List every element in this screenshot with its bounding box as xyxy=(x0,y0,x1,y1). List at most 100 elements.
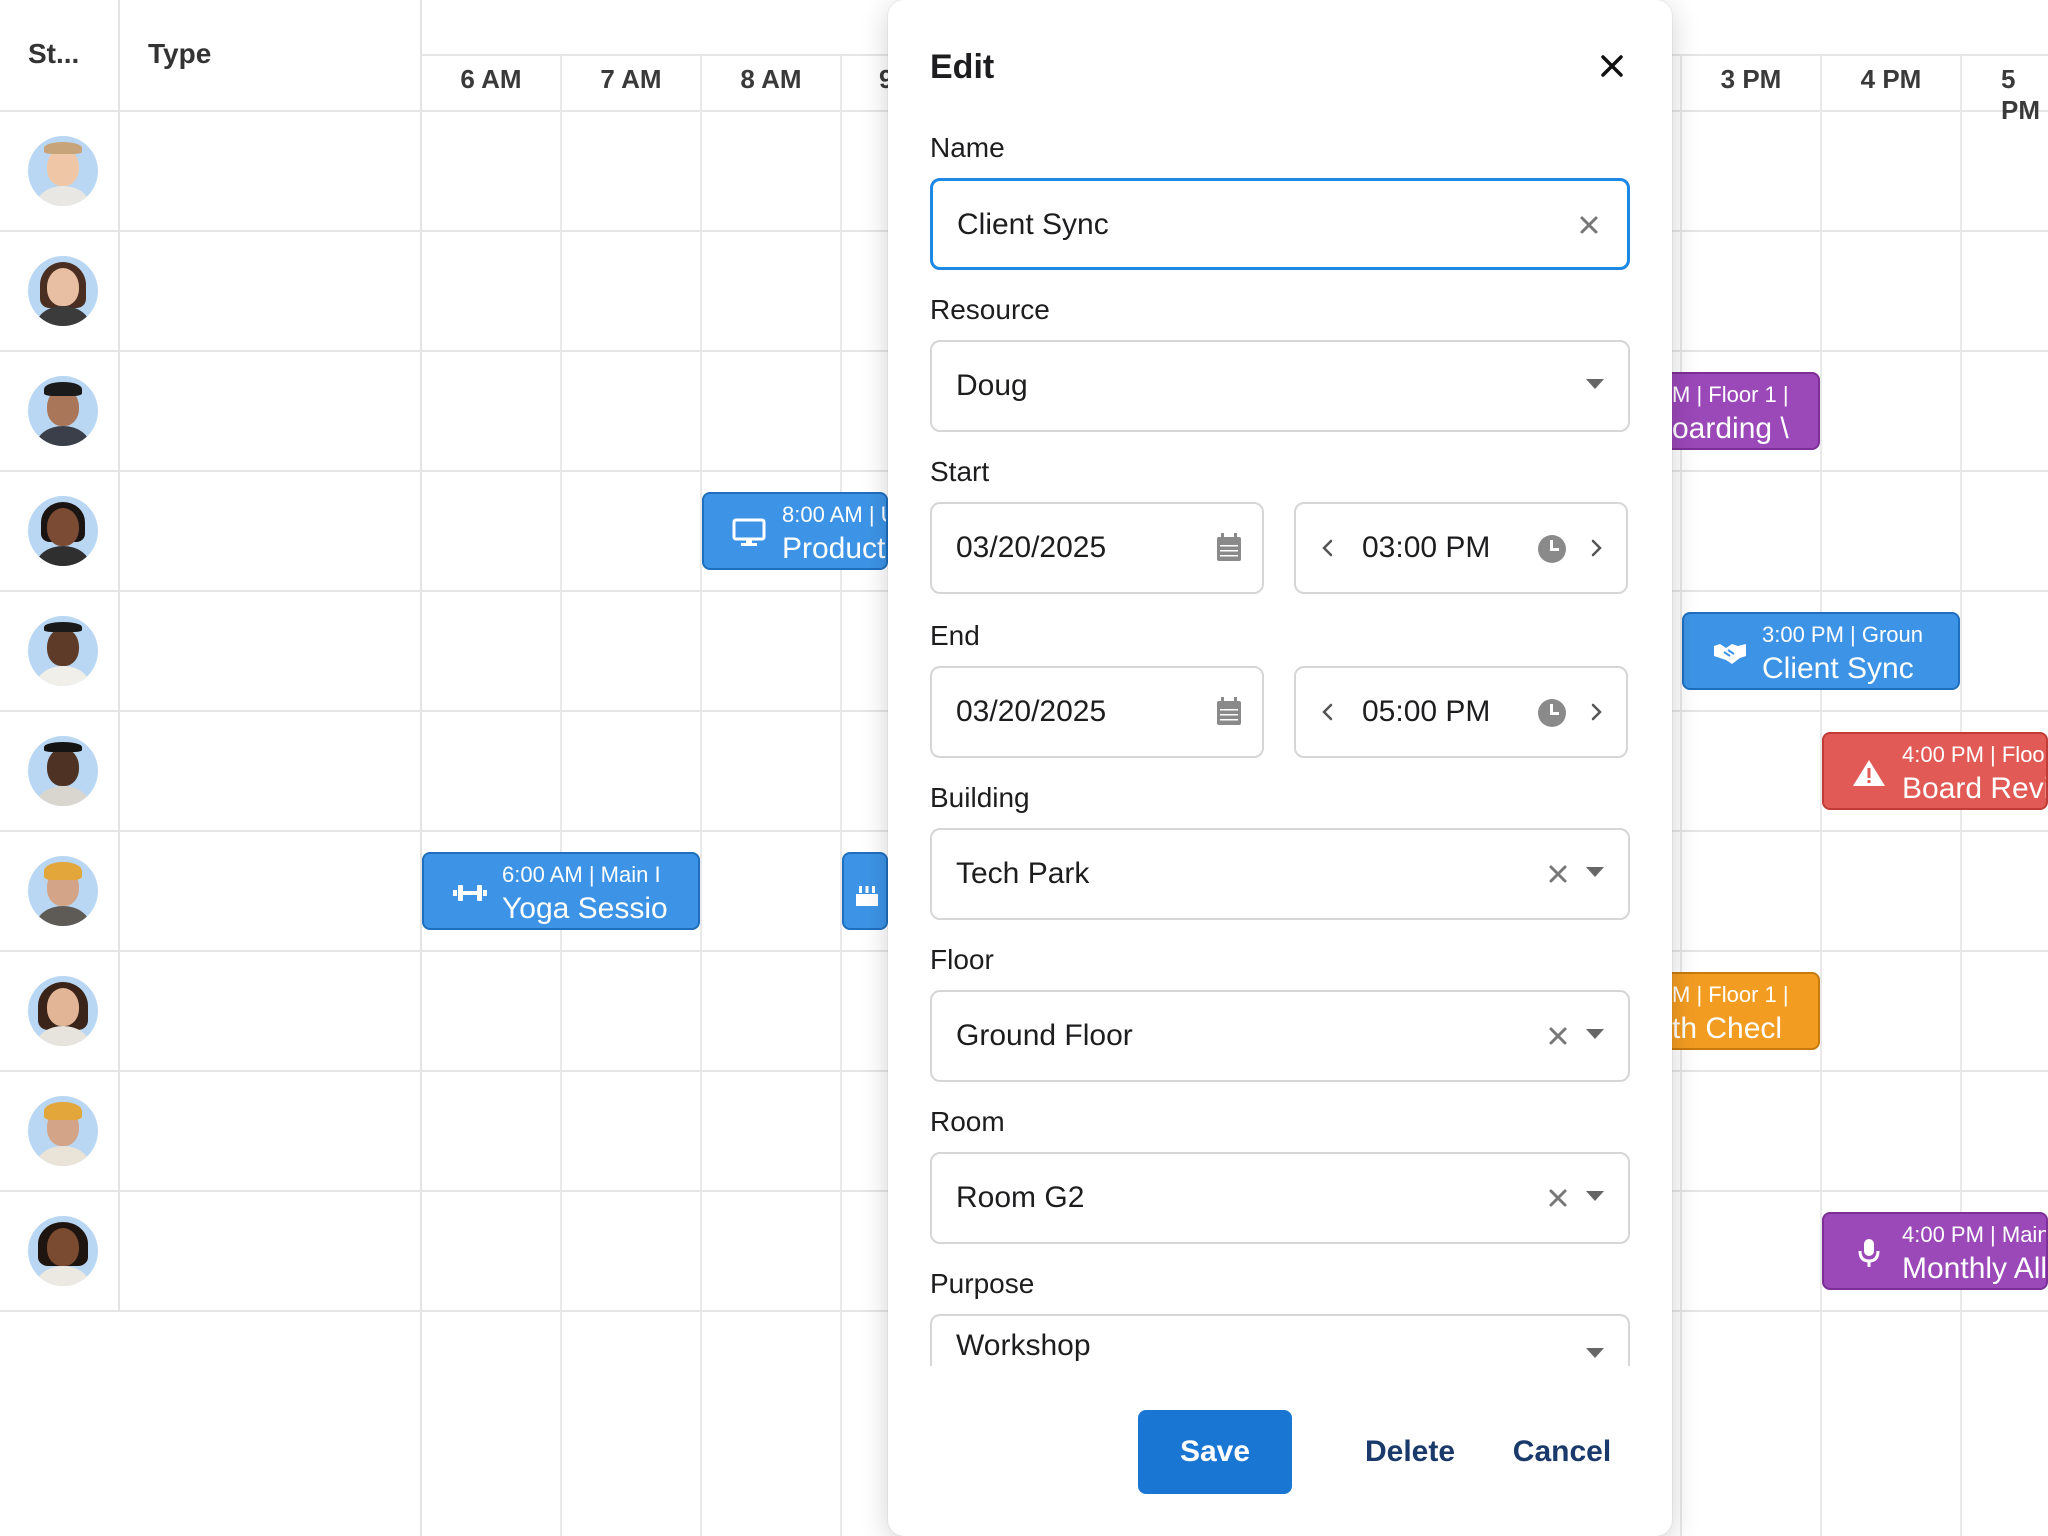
end-time-value: 05:00 PM xyxy=(1362,695,1491,728)
end-time-input[interactable]: 05:00 PM xyxy=(1294,666,1628,758)
chevron-down-icon xyxy=(1586,867,1604,877)
calendar-icon[interactable] xyxy=(1216,696,1242,726)
chevron-down-icon xyxy=(1586,379,1604,389)
end-date-input[interactable]: 03/20/2025 xyxy=(930,666,1264,758)
event-subtitle: M | Floor 1 | xyxy=(1672,982,1789,1007)
save-button[interactable]: Save xyxy=(1138,1410,1292,1494)
event-title: Yoga Sessio xyxy=(502,892,668,925)
resource-select[interactable]: Doug xyxy=(930,340,1630,432)
event-health-check[interactable]: M | Floor 1 | th Checl xyxy=(1660,972,1820,1050)
event-board-review[interactable]: 4:00 PM | Floor Board Revie xyxy=(1822,732,2048,810)
monitor-icon xyxy=(732,518,766,548)
event-subtitle: 4:00 PM | Floor xyxy=(1902,742,2048,767)
room-value: Room G2 xyxy=(956,1181,1085,1214)
event-client-sync[interactable]: 3:00 PM | Groun Client Sync xyxy=(1682,612,1960,690)
purpose-label: Purpose xyxy=(930,1268,1035,1299)
status-column-header[interactable]: St... xyxy=(28,38,79,70)
scroll-clip xyxy=(918,1366,1648,1406)
building-select[interactable]: Tech Park xyxy=(930,828,1630,920)
avatar[interactable] xyxy=(28,496,98,566)
end-label: End xyxy=(930,620,980,651)
name-input[interactable]: Client Sync xyxy=(930,178,1630,270)
hour-label: 3 PM xyxy=(1720,64,1782,94)
chevron-down-icon xyxy=(1586,1029,1604,1039)
avatar[interactable] xyxy=(28,856,98,926)
avatar[interactable] xyxy=(28,1216,98,1286)
hour-label: 8 AM xyxy=(740,64,802,94)
room-label: Room xyxy=(930,1106,1005,1137)
dumbbell-icon xyxy=(452,878,487,908)
event-title: th Checl xyxy=(1672,1012,1783,1045)
clear-icon[interactable] xyxy=(1544,860,1572,888)
floor-label: Floor xyxy=(930,944,994,975)
start-time-input[interactable]: 03:00 PM xyxy=(1294,502,1628,594)
event-subtitle: 4:00 PM | Main xyxy=(1902,1222,2048,1247)
event-subtitle: M | Floor 1 | xyxy=(1672,382,1789,407)
status-column-divider xyxy=(118,0,120,1310)
chevron-left-icon[interactable] xyxy=(1314,534,1342,562)
cancel-button[interactable]: Cancel xyxy=(1494,1410,1630,1494)
event-title: Monthly All- xyxy=(1902,1252,2048,1285)
room-select[interactable]: Room G2 xyxy=(930,1152,1630,1244)
hour-label: 6 AM xyxy=(460,64,522,94)
avatar[interactable] xyxy=(28,1096,98,1166)
cake-icon xyxy=(850,878,884,908)
clock-icon xyxy=(1538,699,1566,727)
event-subtitle: 8:00 AM | U xyxy=(782,502,888,527)
warning-icon xyxy=(1852,758,1886,788)
event-onboarding[interactable]: M | Floor 1 | oarding \ xyxy=(1660,372,1820,450)
event-celebration[interactable] xyxy=(842,852,888,930)
avatar[interactable] xyxy=(28,376,98,446)
close-icon xyxy=(1601,55,1623,77)
edit-dialog: Edit Name Client Sync Resource Doug Star… xyxy=(888,0,1672,1536)
name-value: Client Sync xyxy=(957,208,1109,241)
event-subtitle: 6:00 AM | Main I xyxy=(502,862,661,887)
event-monthly-all-hands[interactable]: 4:00 PM | Main Monthly All- xyxy=(1822,1212,2048,1290)
event-yoga-session[interactable]: 6:00 AM | Main I Yoga Sessio xyxy=(422,852,700,930)
start-date-input[interactable]: 03/20/2025 xyxy=(930,502,1264,594)
handshake-icon xyxy=(1712,638,1746,668)
clear-icon[interactable] xyxy=(1544,1022,1572,1050)
resource-label: Resource xyxy=(930,294,1050,325)
event-title: oarding \ xyxy=(1672,412,1789,445)
type-column-header[interactable]: Type xyxy=(148,38,211,70)
event-subtitle: 3:00 PM | Groun xyxy=(1762,622,1924,647)
avatar[interactable] xyxy=(28,616,98,686)
event-title: Board Revie xyxy=(1902,772,2046,805)
chevron-down-icon xyxy=(1586,1348,1604,1358)
clear-icon[interactable] xyxy=(1544,1184,1572,1212)
hour-label: 4 PM xyxy=(1860,64,1922,94)
hour-label: 5 PM xyxy=(2001,64,2040,125)
hour-divider xyxy=(1680,55,1682,1536)
microphone-icon xyxy=(1852,1238,1886,1268)
delete-button[interactable]: Delete xyxy=(1340,1410,1480,1494)
resource-value: Doug xyxy=(956,369,1028,402)
chevron-right-icon[interactable] xyxy=(1582,534,1610,562)
avatar[interactable] xyxy=(28,976,98,1046)
hour-divider xyxy=(840,55,842,1536)
chevron-left-icon[interactable] xyxy=(1314,698,1342,726)
chevron-down-icon xyxy=(1586,1191,1604,1201)
hour-divider xyxy=(560,55,562,1536)
end-date-value: 03/20/2025 xyxy=(956,695,1107,728)
floor-value: Ground Floor xyxy=(956,1019,1133,1052)
chevron-right-icon[interactable] xyxy=(1582,698,1610,726)
start-time-value: 03:00 PM xyxy=(1362,531,1491,564)
avatar[interactable] xyxy=(28,736,98,806)
building-value: Tech Park xyxy=(956,857,1090,890)
avatar[interactable] xyxy=(28,256,98,326)
event-product[interactable]: 8:00 AM | U Product xyxy=(702,492,888,570)
dialog-title: Edit xyxy=(930,48,995,86)
close-button[interactable] xyxy=(1594,48,1630,84)
start-label: Start xyxy=(930,456,990,487)
clear-icon[interactable] xyxy=(1575,211,1603,239)
building-label: Building xyxy=(930,782,1030,813)
name-label: Name xyxy=(930,132,1005,163)
floor-select[interactable]: Ground Floor xyxy=(930,990,1630,1082)
event-title: Product xyxy=(782,532,886,565)
clock-icon xyxy=(1538,535,1566,563)
calendar-icon[interactable] xyxy=(1216,532,1242,562)
avatar[interactable] xyxy=(28,136,98,206)
hour-divider xyxy=(700,55,702,1536)
event-title: Client Sync xyxy=(1762,652,1914,685)
